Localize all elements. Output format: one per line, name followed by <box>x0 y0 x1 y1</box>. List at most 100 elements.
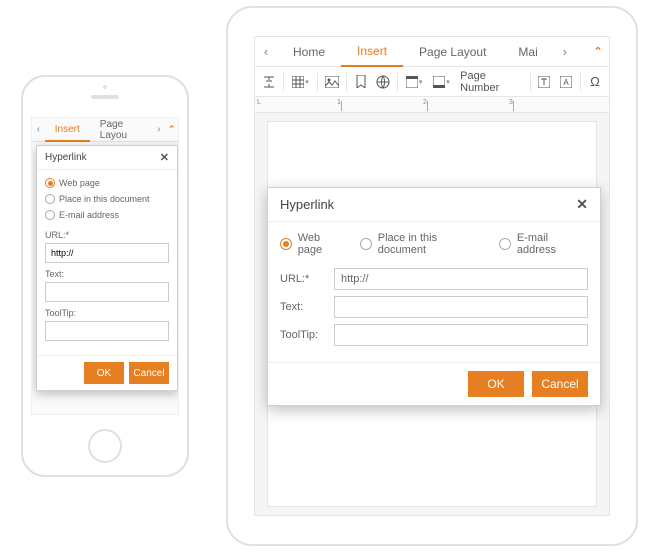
close-icon[interactable]: ✕ <box>576 196 588 213</box>
separator <box>346 73 347 91</box>
radio-icon <box>499 238 511 250</box>
tab-insert[interactable]: Insert <box>341 38 403 67</box>
ribbon-collapse-icon[interactable]: ⌃ <box>165 124 178 135</box>
dialog-body: Web page Place in this document E-mail a… <box>268 222 600 362</box>
radio-label: Web page <box>298 232 346 256</box>
text-field-group: Text: <box>280 296 588 318</box>
dialog-body: Web page Place in this document E-mail a… <box>37 170 177 355</box>
dialog-header: Hyperlink ✕ <box>268 188 600 222</box>
text-box-icon[interactable] <box>534 71 554 93</box>
horizontal-ruler[interactable]: L 1 2 3 <box>255 97 609 113</box>
ok-button[interactable]: OK <box>468 371 524 397</box>
omega-icon[interactable]: Ω <box>585 71 605 93</box>
radio-email-address[interactable]: E-mail address <box>45 210 169 220</box>
radio-label: Place in this document <box>378 232 485 256</box>
bookmark-icon[interactable] <box>351 71 371 93</box>
url-field-group: URL:* <box>45 230 169 263</box>
text-input[interactable] <box>334 296 588 318</box>
tooltip-input[interactable] <box>334 324 588 346</box>
ruler-indent-marker[interactable]: L <box>257 99 261 106</box>
tooltip-field-group: ToolTip: <box>280 324 588 346</box>
separator <box>317 73 318 91</box>
tabs-prev-icon[interactable]: ‹ <box>32 124 45 135</box>
dropdown-icon: ▾ <box>419 78 423 86</box>
text-field-group: Text: <box>45 269 169 302</box>
tab-page-layout[interactable]: Page Layout <box>403 37 502 66</box>
tablet-device: ‹ Home Insert Page Layout Mai › ⌃ ▾ ▾ ▾ … <box>226 6 638 546</box>
text-label: Text: <box>280 301 326 313</box>
link-type-radios: Web page Place in this document E-mail a… <box>280 232 588 256</box>
radio-web-page[interactable]: Web page <box>280 232 346 256</box>
text-label: Text: <box>45 269 169 279</box>
tab-mail[interactable]: Mai <box>502 37 553 66</box>
url-label: URL:* <box>280 273 326 285</box>
url-input[interactable] <box>45 243 169 263</box>
dialog-title: Hyperlink <box>280 197 334 212</box>
url-field-group: URL:* <box>280 268 588 290</box>
phone-screen: ‹ Insert Page Layou › ⌃ Hyperlink ✕ Web … <box>31 117 179 415</box>
tooltip-input[interactable] <box>45 321 169 341</box>
ruler-tick: 1 <box>337 99 341 106</box>
tabs-next-icon[interactable]: › <box>554 44 576 59</box>
ribbon-tabs: ‹ Home Insert Page Layout Mai › ⌃ <box>255 37 609 67</box>
dialog-footer: OK Cancel <box>37 355 177 390</box>
cancel-button[interactable]: Cancel <box>532 371 588 397</box>
hyperlink-icon[interactable] <box>373 71 393 93</box>
tab-home[interactable]: Home <box>277 37 341 66</box>
picture-icon[interactable] <box>322 71 342 93</box>
tabs-next-icon[interactable]: › <box>152 124 165 135</box>
tab-page-layout[interactable]: Page Layou <box>90 118 153 141</box>
tab-insert[interactable]: Insert <box>45 119 90 142</box>
link-type-radios: Web page Place in this document E-mail a… <box>45 178 169 220</box>
ok-button[interactable]: OK <box>84 362 124 384</box>
phone-speaker <box>91 95 119 99</box>
tooltip-label: ToolTip: <box>45 308 169 318</box>
radio-label: Web page <box>59 178 100 188</box>
cancel-button[interactable]: Cancel <box>129 362 169 384</box>
radio-icon <box>280 238 292 250</box>
header-icon[interactable]: ▾ <box>402 71 427 93</box>
radio-icon <box>45 210 55 220</box>
ruler-tick: 3 <box>509 99 513 106</box>
dropdown-icon: ▾ <box>446 78 450 86</box>
dialog-title: Hyperlink <box>45 152 87 163</box>
tabs-prev-icon[interactable]: ‹ <box>255 44 277 59</box>
radio-label: Place in this document <box>59 194 150 204</box>
radio-email-address[interactable]: E-mail address <box>499 232 588 256</box>
phone-home-button <box>88 429 122 463</box>
radio-icon <box>45 178 55 188</box>
radio-label: E-mail address <box>59 210 119 220</box>
page-number-button[interactable]: Page Number <box>456 70 525 94</box>
radio-icon <box>45 194 55 204</box>
symbol-icon[interactable]: A <box>556 71 576 93</box>
tooltip-field-group: ToolTip: <box>45 308 169 341</box>
insert-toolbar: ▾ ▾ ▾ Page Number A Ω <box>255 67 609 97</box>
url-label: URL:* <box>45 230 169 240</box>
close-icon[interactable]: ✕ <box>160 151 169 164</box>
separator <box>580 73 581 91</box>
text-input[interactable] <box>45 282 169 302</box>
footer-icon[interactable]: ▾ <box>429 71 454 93</box>
radio-web-page[interactable]: Web page <box>45 178 169 188</box>
tablet-screen: ‹ Home Insert Page Layout Mai › ⌃ ▾ ▾ ▾ … <box>254 36 610 516</box>
page-break-icon[interactable] <box>259 71 279 93</box>
table-icon[interactable]: ▾ <box>288 71 313 93</box>
separator <box>397 73 398 91</box>
dropdown-icon: ▾ <box>305 78 309 86</box>
hyperlink-dialog: Hyperlink ✕ Web page Place in this docum… <box>36 145 178 391</box>
dialog-footer: OK Cancel <box>268 362 600 405</box>
phone-device: ‹ Insert Page Layou › ⌃ Hyperlink ✕ Web … <box>21 75 189 477</box>
radio-place-in-document[interactable]: Place in this document <box>45 194 169 204</box>
radio-icon <box>360 238 372 250</box>
hyperlink-dialog: Hyperlink ✕ Web page Place in this docum… <box>267 187 601 406</box>
url-input[interactable] <box>334 268 588 290</box>
ribbon-collapse-icon[interactable]: ⌃ <box>587 45 609 58</box>
svg-text:A: A <box>564 78 570 87</box>
tooltip-label: ToolTip: <box>280 329 326 341</box>
separator <box>283 73 284 91</box>
phone-camera <box>103 85 107 89</box>
radio-place-in-document[interactable]: Place in this document <box>360 232 485 256</box>
dialog-header: Hyperlink ✕ <box>37 146 177 170</box>
separator <box>530 73 531 91</box>
radio-label: E-mail address <box>517 232 588 256</box>
